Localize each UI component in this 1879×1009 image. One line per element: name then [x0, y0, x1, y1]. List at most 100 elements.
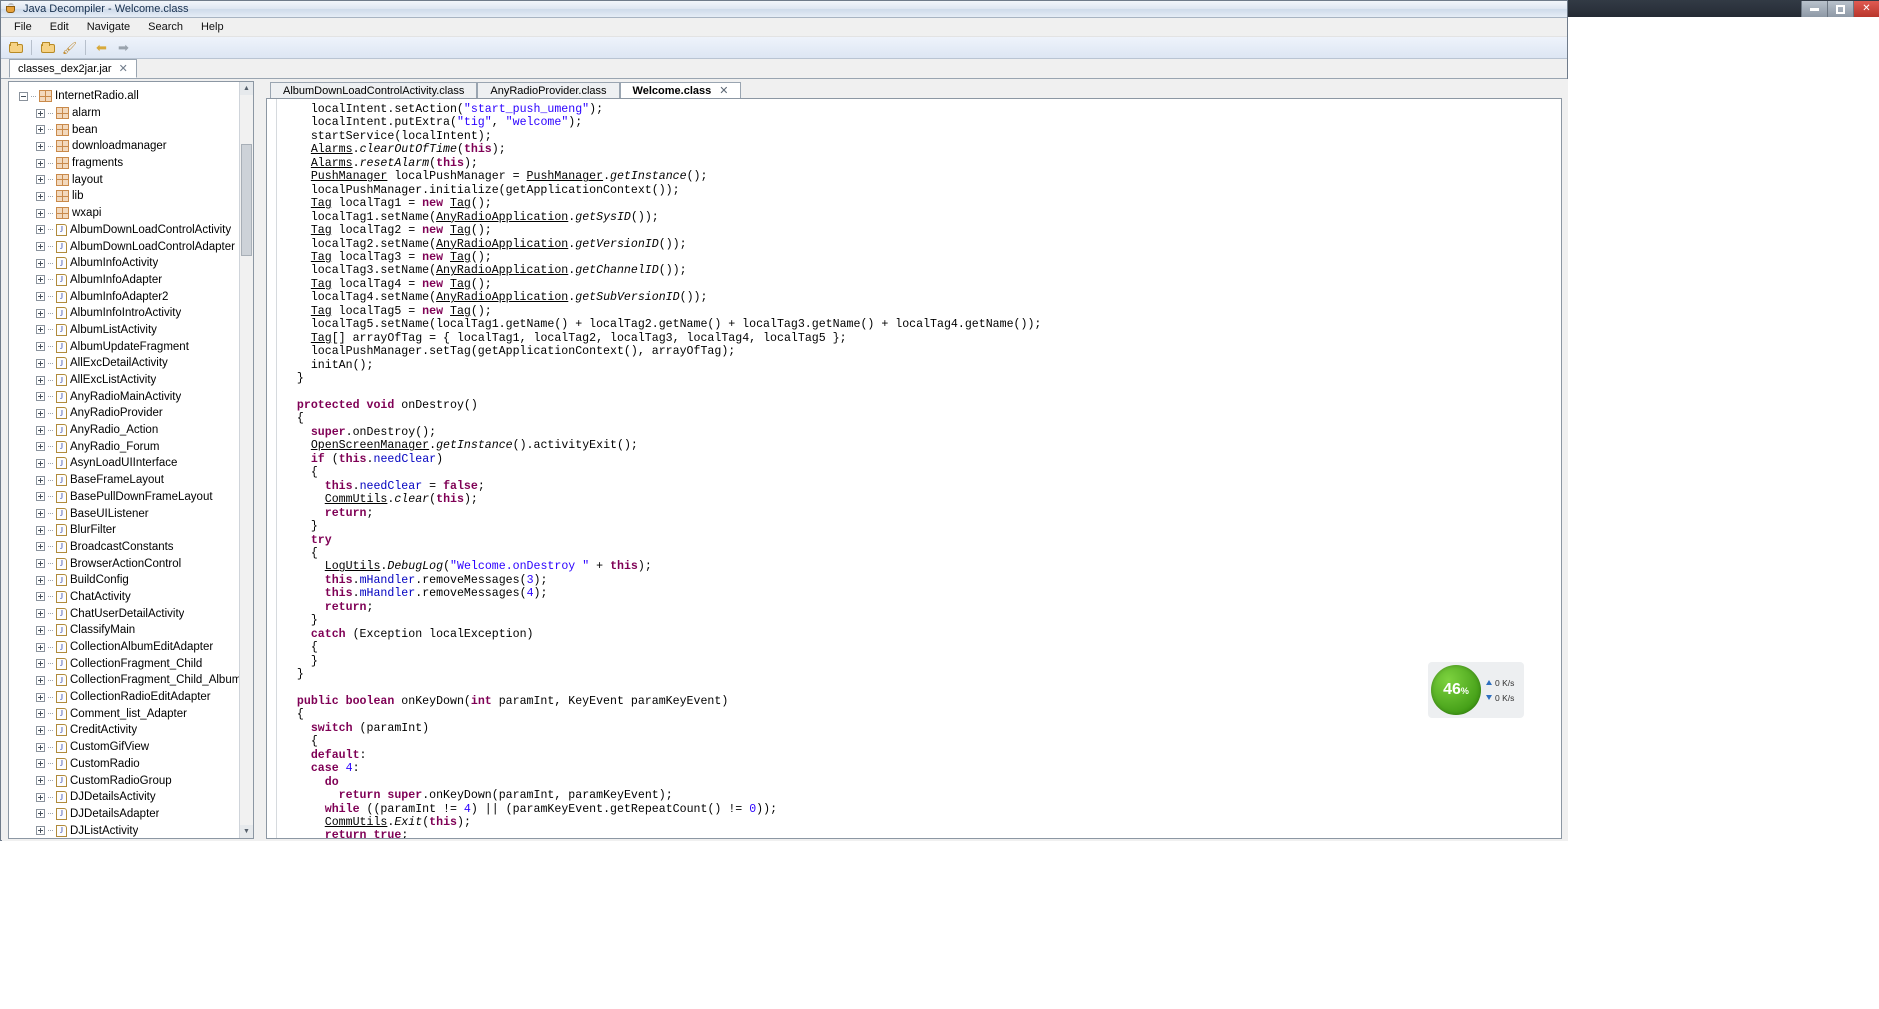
expand-toggle-icon[interactable]: [36, 759, 45, 769]
scrollbar-thumb[interactable]: [241, 144, 252, 256]
tree-item[interactable]: BroadcastConstants: [15, 539, 253, 556]
file-tab[interactable]: AnyRadioProvider.class: [477, 82, 620, 98]
expand-toggle-icon[interactable]: [36, 742, 45, 752]
tree-item[interactable]: bean: [15, 121, 253, 138]
expand-toggle-icon[interactable]: [36, 175, 45, 185]
expand-toggle-icon[interactable]: [36, 242, 45, 252]
expand-toggle-icon[interactable]: [36, 458, 45, 468]
tree-item[interactable]: ChatActivity: [15, 589, 253, 606]
tree-item[interactable]: AlbumListActivity: [15, 322, 253, 339]
expand-toggle-icon[interactable]: [36, 141, 45, 151]
expand-toggle-icon[interactable]: [36, 542, 45, 552]
expand-toggle-icon[interactable]: [36, 442, 45, 452]
tree-item[interactable]: AsynLoadUIInterface: [15, 455, 253, 472]
expand-toggle-icon[interactable]: [36, 258, 45, 268]
expand-toggle-icon[interactable]: [36, 776, 45, 786]
tree-item[interactable]: AllExcListActivity: [15, 372, 253, 389]
tree-item[interactable]: BaseFrameLayout: [15, 472, 253, 489]
code-viewer[interactable]: localIntent.setAction("start_push_umeng"…: [266, 98, 1562, 839]
expand-toggle-icon[interactable]: [36, 475, 45, 485]
tree-item[interactable]: CreditActivity: [15, 722, 253, 739]
class-tree-pane[interactable]: InternetRadio.all alarm bean downloadmanage…: [8, 81, 254, 839]
file-tab[interactable]: Welcome.class ✕: [619, 82, 742, 98]
tree-item[interactable]: CustomRadio: [15, 756, 253, 773]
expand-toggle-icon[interactable]: [36, 292, 45, 302]
expand-toggle-icon[interactable]: [36, 792, 45, 802]
expand-toggle-icon[interactable]: [36, 809, 45, 819]
tree-item[interactable]: AlbumDownLoadControlActivity: [15, 222, 253, 239]
expand-toggle-icon[interactable]: [36, 275, 45, 285]
tree-item[interactable]: fragments: [15, 155, 253, 172]
expand-toggle-icon[interactable]: [36, 609, 45, 619]
tree-item[interactable]: ChatUserDetailActivity: [15, 605, 253, 622]
expand-toggle-icon[interactable]: [36, 575, 45, 585]
tree-item[interactable]: DJListActivity: [15, 822, 253, 838]
tree-item[interactable]: InternetRadio.all: [15, 88, 253, 105]
save-all-button[interactable]: 🖌: [60, 39, 79, 57]
close-window-button[interactable]: ✕: [1853, 1, 1879, 17]
expand-toggle-icon[interactable]: [36, 725, 45, 735]
expand-toggle-icon[interactable]: [36, 108, 45, 118]
expand-toggle-icon[interactable]: [36, 642, 45, 652]
expand-toggle-icon[interactable]: [36, 692, 45, 702]
close-icon[interactable]: ✕: [719, 84, 728, 97]
tree-item[interactable]: DJDetailsAdapter: [15, 806, 253, 823]
tree-item[interactable]: CustomRadioGroup: [15, 772, 253, 789]
tree-item[interactable]: layout: [15, 171, 253, 188]
expand-toggle-icon[interactable]: [36, 425, 45, 435]
back-button[interactable]: ⬅: [92, 39, 111, 57]
tree-item[interactable]: AlbumInfoIntroActivity: [15, 305, 253, 322]
expand-toggle-icon[interactable]: [36, 492, 45, 502]
tree-item[interactable]: BasePullDownFrameLayout: [15, 489, 253, 506]
maximize-button[interactable]: [1827, 1, 1853, 17]
close-icon[interactable]: ✕: [119, 62, 128, 75]
open-type-button[interactable]: [38, 39, 57, 57]
expand-toggle-icon[interactable]: [36, 525, 45, 535]
tree-item[interactable]: AlbumDownLoadControlAdapter: [15, 238, 253, 255]
tree-item[interactable]: Comment_list_Adapter: [15, 705, 253, 722]
tree-item[interactable]: wxapi: [15, 205, 253, 222]
tree-item[interactable]: AlbumInfoActivity: [15, 255, 253, 272]
tree-item[interactable]: AllExcDetailActivity: [15, 355, 253, 372]
tree-item[interactable]: BaseUIListener: [15, 505, 253, 522]
expand-toggle-icon[interactable]: [36, 308, 45, 318]
expand-toggle-icon[interactable]: [36, 325, 45, 335]
tree-item[interactable]: CollectionFragment_Child: [15, 655, 253, 672]
expand-toggle-icon[interactable]: [36, 826, 45, 836]
expand-toggle-icon[interactable]: [36, 592, 45, 602]
menu-navigate[interactable]: Navigate: [78, 19, 139, 35]
file-tab[interactable]: AlbumDownLoadControlActivity.class: [270, 82, 478, 98]
tree-item[interactable]: AlbumUpdateFragment: [15, 338, 253, 355]
jar-tab-classes-dex2jar[interactable]: classes_dex2jar.jar ✕: [9, 59, 137, 78]
expand-toggle-icon[interactable]: [36, 125, 45, 135]
expand-toggle-icon[interactable]: [36, 208, 45, 218]
tree-item[interactable]: CollectionFragment_Child_Album: [15, 672, 253, 689]
menu-edit[interactable]: Edit: [41, 19, 78, 35]
collapse-toggle-icon[interactable]: [19, 91, 28, 101]
scroll-up-icon[interactable]: ▲: [240, 82, 253, 95]
tree-item[interactable]: DJDetailsActivity: [15, 789, 253, 806]
tree-item[interactable]: ClassifyMain: [15, 622, 253, 639]
tree-item[interactable]: BlurFilter: [15, 522, 253, 539]
expand-toggle-icon[interactable]: [36, 625, 45, 635]
tree-item[interactable]: CustomGifView: [15, 739, 253, 756]
tree-item[interactable]: AnyRadioProvider: [15, 405, 253, 422]
expand-toggle-icon[interactable]: [36, 225, 45, 235]
forward-button[interactable]: ➡: [114, 39, 133, 57]
tree-item[interactable]: lib: [15, 188, 253, 205]
tree-item[interactable]: alarm: [15, 105, 253, 122]
menu-search[interactable]: Search: [139, 19, 192, 35]
expand-toggle-icon[interactable]: [36, 375, 45, 385]
network-speed-widget[interactable]: 46% 0 K/s 0 K/s: [1428, 662, 1524, 718]
tree-item[interactable]: BrowserActionControl: [15, 555, 253, 572]
tree-item[interactable]: AnyRadio_Forum: [15, 438, 253, 455]
tree-item[interactable]: BuildConfig: [15, 572, 253, 589]
expand-toggle-icon[interactable]: [36, 342, 45, 352]
expand-toggle-icon[interactable]: [36, 408, 45, 418]
tree-item[interactable]: downloadmanager: [15, 138, 253, 155]
expand-toggle-icon[interactable]: [36, 358, 45, 368]
expand-toggle-icon[interactable]: [36, 659, 45, 669]
tree-item[interactable]: AlbumInfoAdapter: [15, 272, 253, 289]
tree-item[interactable]: AnyRadioMainActivity: [15, 388, 253, 405]
tree-item[interactable]: CollectionRadioEditAdapter: [15, 689, 253, 706]
